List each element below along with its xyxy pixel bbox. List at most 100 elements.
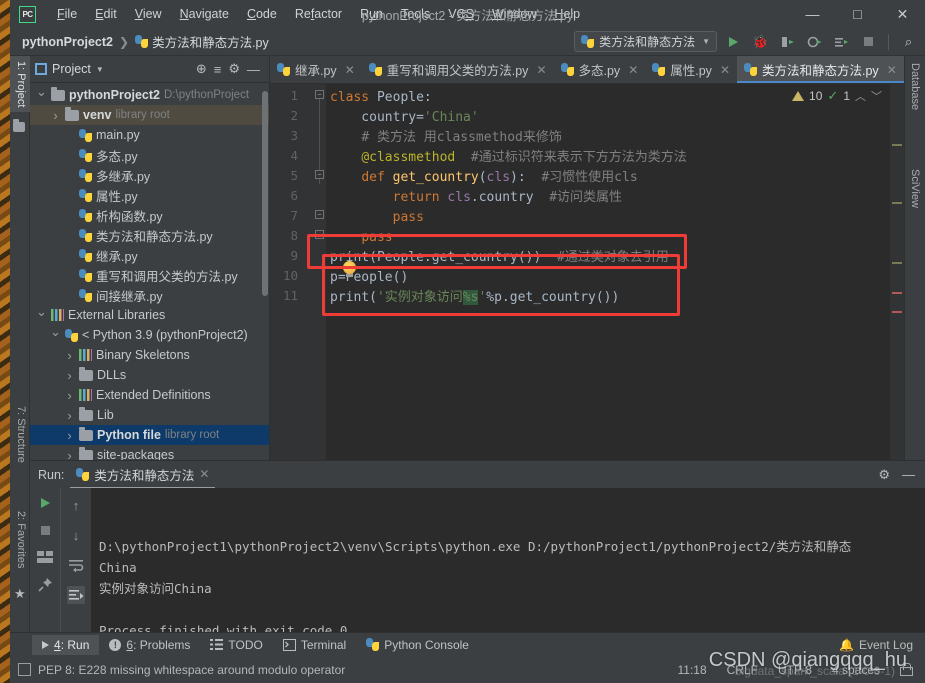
menu-item-window[interactable]: Window — [483, 3, 545, 25]
chevron-right-icon[interactable] — [64, 428, 75, 443]
sidebar-item-favorites[interactable]: 2: Favorites — [10, 506, 30, 573]
project-tree-scrollbar[interactable] — [262, 91, 268, 296]
sidebar-item-structure[interactable]: 7: Structure — [10, 401, 30, 468]
code-line[interactable]: class People: — [330, 88, 432, 108]
profile-button[interactable] — [804, 31, 825, 52]
tree-node[interactable]: site-packages — [30, 445, 269, 460]
hide-icon[interactable]: — — [247, 62, 260, 77]
code-line[interactable]: @classmethod #通过标识符来表示下方方法为类方法 — [330, 148, 687, 168]
editor-gutter[interactable]: 1234567891011 — [270, 84, 326, 460]
menu-item-edit[interactable]: Edit — [86, 3, 126, 25]
close-button[interactable]: ✕ — [880, 0, 925, 28]
bottom-tab-todo[interactable]: TODO — [200, 635, 272, 655]
close-icon[interactable]: ✕ — [536, 63, 546, 77]
close-icon[interactable]: ✕ — [887, 63, 897, 77]
bottom-tab-4-run[interactable]: 4: Run — [32, 635, 99, 655]
menu-item-run[interactable]: Run — [351, 3, 392, 25]
code-line[interactable]: print('实例对象访问%s'%p.get_country()) — [330, 288, 619, 308]
pin-button[interactable] — [36, 575, 54, 593]
maximize-button[interactable]: □ — [835, 0, 880, 28]
tree-node[interactable]: Lib — [30, 405, 269, 425]
tree-node[interactable]: main.py — [30, 125, 269, 145]
menu-item-vcs[interactable]: VCS — [439, 3, 483, 25]
chevron-down-icon[interactable] — [50, 327, 61, 343]
tree-node[interactable]: 重写和调用父类的方法.py — [30, 265, 269, 285]
vcs-branch-label[interactable]: bigdata_spark_scala (1-0-0-1) — [735, 664, 895, 678]
chevron-right-icon[interactable] — [64, 348, 75, 363]
search-everywhere-button[interactable]: ⌕ — [898, 31, 919, 52]
run-button[interactable] — [723, 31, 744, 52]
tree-node[interactable]: 析构函数.py — [30, 205, 269, 225]
caret-position[interactable]: 11:18 — [677, 663, 706, 677]
editor-marker-gutter[interactable] — [890, 84, 904, 460]
event-log-area[interactable]: 🔔Event Log — [839, 638, 925, 652]
bottom-tab-terminal[interactable]: Terminal — [273, 635, 356, 655]
code-line[interactable]: pass — [330, 228, 393, 248]
intention-bulb-icon[interactable] — [343, 261, 356, 274]
menu-item-navigate[interactable]: Navigate — [171, 3, 238, 25]
sidebar-item-sciview[interactable]: SciView — [904, 164, 925, 213]
sidebar-item-project[interactable]: 1: Project — [10, 56, 30, 112]
gear-icon[interactable]: ⚙ — [878, 467, 890, 483]
chevron-right-icon[interactable] — [64, 368, 75, 383]
tree-node[interactable]: pythonProject2D:\pythonProject — [30, 85, 269, 105]
hide-icon[interactable]: — — [902, 467, 915, 483]
rerun-button[interactable] — [36, 494, 54, 512]
inspection-widget[interactable]: 10 ✓ 1 ︿ ﹀ — [792, 88, 882, 104]
code-line[interactable]: print(People.get_country()) #通过类对象去引用 — [330, 248, 669, 268]
menu-item-refactor[interactable]: Refactor — [286, 3, 351, 25]
tree-node[interactable]: 属性.py — [30, 185, 269, 205]
editor-tab[interactable]: 属性.py✕ — [645, 56, 737, 83]
editor-tab[interactable]: 多态.py✕ — [554, 56, 646, 83]
tree-node[interactable]: DLLs — [30, 365, 269, 385]
chevron-right-icon[interactable] — [64, 448, 75, 461]
fold-marker[interactable]: − — [315, 210, 324, 219]
breadcrumb-project[interactable]: pythonProject2 — [22, 35, 113, 49]
bottom-tab-6-problems[interactable]: !6: Problems — [99, 635, 200, 655]
tree-node[interactable]: External Libraries — [30, 305, 269, 325]
editor-tab[interactable]: 继承.py✕ — [270, 56, 362, 83]
tree-node[interactable]: venvlibrary root — [30, 105, 269, 125]
minimize-button[interactable]: — — [790, 0, 835, 28]
run-configuration-selector[interactable]: 类方法和静态方法 ▼ — [574, 31, 717, 52]
fold-marker[interactable]: − — [315, 90, 324, 99]
code-line[interactable]: def get_country(cls): #习惯性使用cls — [330, 168, 638, 188]
code-editor[interactable]: 1234567891011 10 ✓ 1 ︿ ﹀ − − − − — [270, 84, 904, 460]
editor-tab[interactable]: 类方法和静态方法.py✕ — [737, 56, 904, 83]
code-line[interactable]: return cls.country #访问类属性 — [330, 188, 622, 208]
tree-node[interactable]: 间接继承.py — [30, 285, 269, 305]
previous-highlight-icon[interactable]: ︿ — [855, 88, 866, 104]
bottom-tab-python-console[interactable]: Python Console — [356, 635, 479, 655]
close-icon[interactable]: ✕ — [199, 467, 209, 481]
tree-node[interactable]: Python filelibrary root — [30, 425, 269, 445]
chevron-right-icon[interactable] — [50, 108, 61, 123]
fold-marker[interactable]: − — [315, 230, 324, 239]
tree-node[interactable]: 多继承.py — [30, 165, 269, 185]
up-button[interactable]: ↑ — [67, 496, 85, 514]
tree-node[interactable]: Extended Definitions — [30, 385, 269, 405]
tree-node[interactable]: 多态.py — [30, 145, 269, 165]
tree-node[interactable]: 类方法和静态方法.py — [30, 225, 269, 245]
run-session-tab[interactable]: 类方法和静态方法 ✕ — [70, 461, 215, 489]
close-icon[interactable]: ✕ — [345, 63, 355, 77]
tree-node[interactable]: 继承.py — [30, 245, 269, 265]
project-tree[interactable]: pythonProject2D:\pythonProjectvenvlibrar… — [30, 83, 269, 460]
tree-node[interactable]: < Python 3.9 (pythonProject2) — [30, 325, 269, 345]
soft-wrap-button[interactable] — [67, 556, 85, 574]
run-with-button[interactable] — [831, 31, 852, 52]
menu-item-file[interactable]: File — [48, 3, 86, 25]
scroll-to-end-button[interactable] — [67, 586, 85, 604]
breadcrumb-file[interactable]: 类方法和静态方法.py — [152, 32, 269, 51]
code-line[interactable]: p=People() — [330, 268, 408, 288]
chevron-down-icon[interactable] — [36, 307, 47, 323]
lock-icon[interactable] — [900, 663, 911, 676]
next-highlight-icon[interactable]: ﹀ — [871, 88, 882, 104]
menu-item-view[interactable]: View — [126, 3, 171, 25]
sidebar-item-database[interactable]: Database — [904, 58, 925, 115]
tree-node[interactable]: Binary Skeletons — [30, 345, 269, 365]
close-icon[interactable]: ✕ — [628, 63, 638, 77]
chevron-down-icon[interactable] — [36, 87, 47, 103]
stop-button[interactable] — [858, 31, 879, 52]
gear-icon[interactable]: ⚙ — [228, 61, 240, 77]
chevron-down-icon[interactable]: ▼ — [96, 65, 104, 74]
